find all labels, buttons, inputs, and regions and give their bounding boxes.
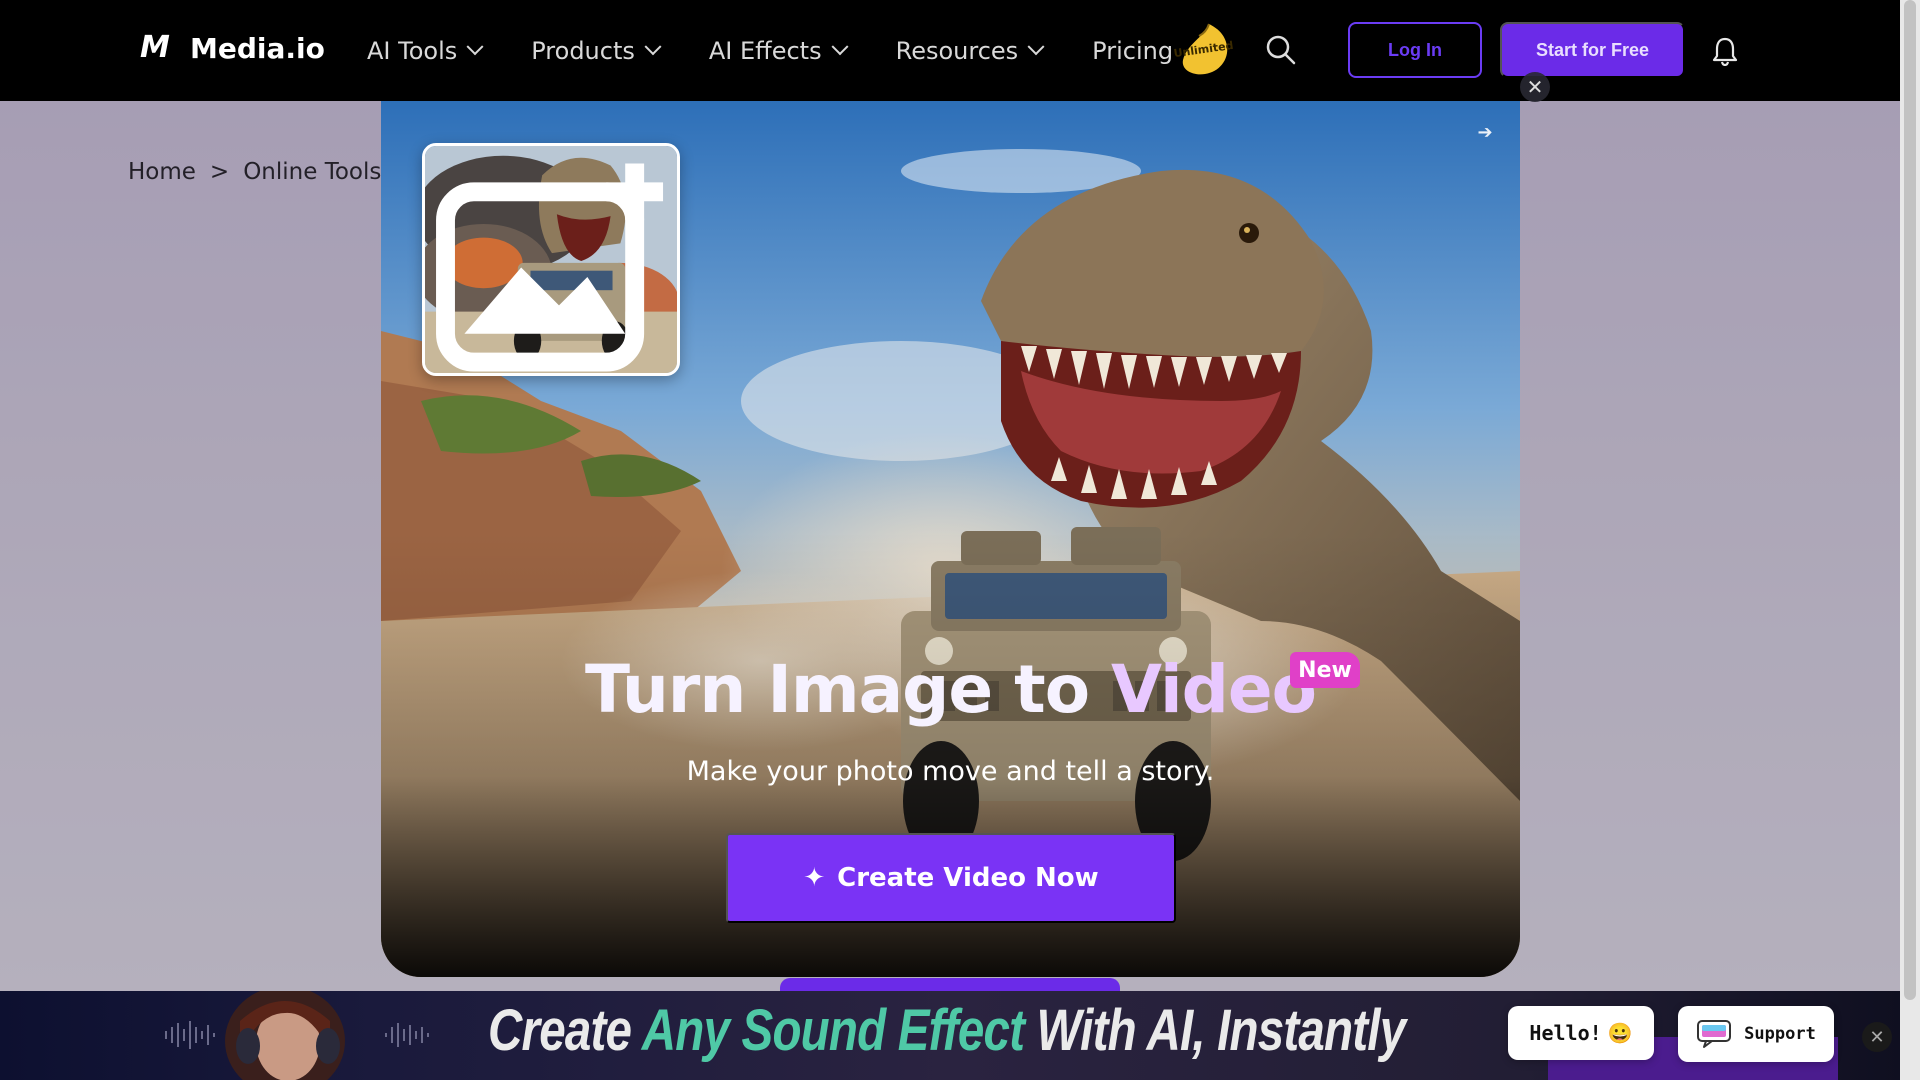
chat-hello-bubble[interactable]: Hello! 😀 <box>1508 1006 1654 1060</box>
logo[interactable]: M Media.io <box>140 30 325 66</box>
search-icon <box>1266 35 1296 65</box>
nav-item-resources[interactable]: Resources <box>895 36 1045 65</box>
login-button[interactable]: Log In <box>1348 22 1482 78</box>
logo-text: Media.io <box>190 31 325 65</box>
nav-item-ai-tools[interactable]: AI Tools <box>367 36 484 65</box>
nav-item-label: AI Effects <box>708 36 822 65</box>
bell-icon <box>1712 37 1738 67</box>
headline-part-2: Video <box>1111 651 1317 728</box>
next-slide-arrow-icon[interactable]: ➔ <box>1474 121 1496 143</box>
banner-close-button[interactable]: ✕ <box>1862 1022 1892 1052</box>
hello-text: Hello! <box>1529 1021 1602 1045</box>
modal-close-button[interactable]: ✕ <box>1520 72 1550 102</box>
logo-mark-icon: M <box>140 30 170 65</box>
sparkle-icon: ✦ <box>803 863 826 893</box>
search-button[interactable] <box>1265 34 1297 66</box>
create-video-now-button[interactable]: ✦ Create Video Now <box>726 833 1176 923</box>
banner-text-part-2: Any Sound Effect <box>641 998 1025 1063</box>
nav-menu: AI Tools Products AI Effects Resources P… <box>367 0 1223 101</box>
chevron-down-icon <box>1027 37 1045 55</box>
scrollbar-thumb[interactable] <box>1904 0 1916 1000</box>
chevron-down-icon <box>466 37 484 55</box>
unlimited-banana-badge[interactable]: Unlimited <box>1173 20 1235 78</box>
top-navigation: M Media.io AI Tools Products AI Effects … <box>0 0 1920 101</box>
chevron-down-icon <box>644 37 662 55</box>
support-chat-button[interactable]: Support <box>1678 1006 1834 1062</box>
banner-headline: Create Any Sound Effect With AI, Instant… <box>488 997 1407 1064</box>
woman-with-headphones-image <box>225 991 345 1080</box>
banner-text-part-1: Create <box>488 998 642 1063</box>
nav-item-label: AI Tools <box>367 36 458 65</box>
smile-emoji-icon: 😀 <box>1607 1021 1633 1045</box>
banner-text-part-3: With AI, Instantly <box>1024 998 1407 1063</box>
chevron-down-icon <box>831 37 849 55</box>
modal-subtitle: Make your photo move and tell a story. <box>686 756 1215 787</box>
notifications-button[interactable] <box>1712 36 1738 67</box>
nav-item-label: Resources <box>895 36 1019 65</box>
chat-bubble-icon <box>1697 1020 1732 1048</box>
image-icon <box>436 163 664 372</box>
start-for-free-button[interactable]: Start for Free <box>1500 22 1685 78</box>
support-label: Support <box>1744 1024 1816 1044</box>
headline-part-1: Turn Image to <box>585 651 1112 728</box>
nav-item-label: Products <box>531 36 635 65</box>
nav-item-products[interactable]: Products <box>531 36 662 65</box>
new-badge: New <box>1290 652 1360 688</box>
source-image-thumbnail <box>422 143 680 376</box>
nav-item-pricing[interactable]: Pricing <box>1092 37 1173 65</box>
banana-icon: Unlimited <box>1173 23 1234 75</box>
nav-item-label: Pricing <box>1092 36 1174 65</box>
page-scrollbar[interactable] <box>1900 0 1920 1080</box>
nav-item-ai-effects[interactable]: AI Effects <box>708 36 849 65</box>
promo-modal: ➔ Turn Image to Video New Make your phot… <box>381 101 1520 977</box>
cta-label: Create Video Now <box>837 863 1099 893</box>
